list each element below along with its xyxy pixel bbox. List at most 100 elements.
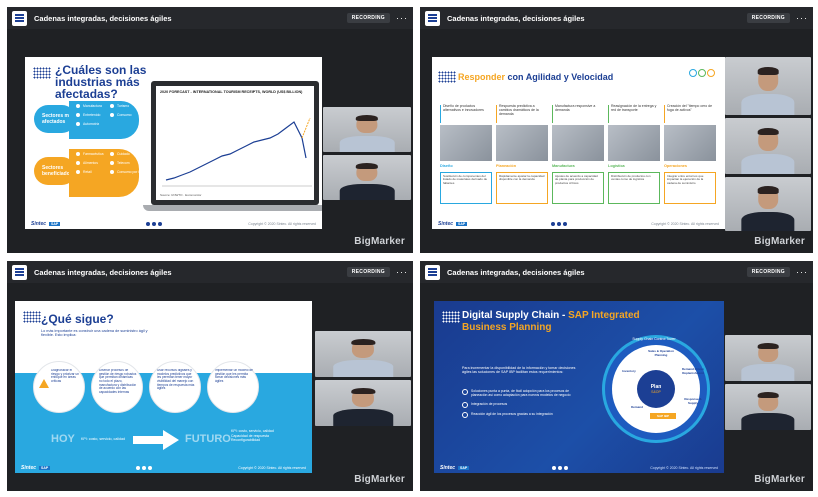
webcam-tile xyxy=(323,107,411,152)
participant-video xyxy=(741,390,795,430)
participant-video xyxy=(339,161,395,200)
footer-copyright: Copyright © 2020 Sintec. All rights rese… xyxy=(238,466,306,470)
progress-rings-icon xyxy=(689,69,715,77)
webcam-column xyxy=(323,107,411,200)
participant-video xyxy=(741,126,795,174)
brand-watermark: BigMarker xyxy=(754,474,805,485)
twitter-icon xyxy=(557,465,562,470)
footer-copyright: Copyright © 2020 Sintec. All rights rese… xyxy=(248,222,316,226)
wheel-segment-label: Demand xyxy=(631,405,643,409)
sector-label: Retail xyxy=(83,170,92,174)
slide-footer: Sintec SAP Copyright © 2020 Sintec. All r… xyxy=(432,219,725,229)
sector-icon xyxy=(75,151,81,157)
session-window-1: Cadenas integradas, decisiones ágiles RE… xyxy=(7,7,413,253)
benefit-item: Integración de procesos xyxy=(462,401,580,408)
future-label: FUTURO xyxy=(185,433,231,445)
webcam-tile xyxy=(725,384,811,430)
social-icons xyxy=(550,221,568,227)
session-title: Cadenas integradas, decisiones ágiles xyxy=(34,13,172,23)
twitter-icon xyxy=(142,465,147,470)
column-photo xyxy=(496,125,548,161)
sector-label: Consumo xyxy=(117,113,132,117)
check-circle-icon xyxy=(462,401,468,408)
more-options-icon[interactable]: ··· xyxy=(796,13,808,23)
slide-title-sap: SAP Integrated xyxy=(568,310,640,321)
laptop-screen: 2020 FORECAST - INTERNATIONAL TOURISM RE… xyxy=(156,86,314,200)
warning-icon xyxy=(39,379,49,388)
recording-badge: RECORDING xyxy=(346,13,390,23)
chart-title: 2020 FORECAST - INTERNATIONAL TOURISM RE… xyxy=(160,90,303,94)
webcam-tile xyxy=(725,118,811,174)
webcam-tile xyxy=(323,155,411,200)
slide-title: Digital Supply Chain - SAP Integrated xyxy=(462,310,640,321)
sintec-logo-text: Sintec xyxy=(438,221,454,227)
column-text: Integrar entre entornos que impactan la … xyxy=(664,172,716,204)
future-kpi-item: KPI: costo, servicio, calidad xyxy=(231,429,274,433)
forecast-line xyxy=(165,121,307,181)
slide-title: ¿Qué sigue? xyxy=(41,312,114,326)
session-title: Cadenas integradas, decisiones ágiles xyxy=(34,267,172,277)
dots-decoration-icon xyxy=(438,71,456,83)
step-text: Implementar un modelo de gestión que les… xyxy=(215,369,253,384)
more-options-icon[interactable]: ··· xyxy=(396,13,408,23)
wheel-segment-label: Sales & Operation Planning xyxy=(648,349,674,357)
benefit-text: Integración de procesos xyxy=(471,401,508,406)
facebook-icon xyxy=(551,221,556,226)
session-title: Cadenas integradas, decisiones ágiles xyxy=(447,13,585,23)
sector-icon xyxy=(109,169,115,175)
slide-footer: Sintec SAP Copyright © 2020 Sintec. All r… xyxy=(15,463,312,473)
chart-source: Source: UNWTO · Euromonitor xyxy=(160,192,202,197)
sintec-logo-text: Sintec xyxy=(21,465,37,471)
more-options-icon[interactable]: ··· xyxy=(396,267,408,277)
webcam-tile xyxy=(725,177,811,231)
column-text: Sustitución de componentes del listado d… xyxy=(440,172,492,204)
step-text: Diagnosticar el riesgo y priorizar un en… xyxy=(51,369,79,384)
more-options-icon[interactable]: ··· xyxy=(796,267,808,277)
column-label: Operaciones xyxy=(664,164,688,168)
sap-logo: SAP xyxy=(458,466,470,470)
column-text: Rápidamente ajustar la capacidad disponi… xyxy=(496,172,548,204)
benefits-list: Soluciones punta a punta, de fácil adopc… xyxy=(462,389,580,422)
shared-slide: ¿Cuáles son las industrias más afectadas… xyxy=(25,57,322,229)
shared-slide: ¿Qué sigue? Lo más importante es constru… xyxy=(15,301,312,473)
slide-subtitle: Lo más importante es construir una caden… xyxy=(41,329,148,338)
recording-badge: RECORDING xyxy=(346,267,390,277)
webcam-tile xyxy=(315,380,411,426)
footer-copyright: Copyright © 2020 Sintec. All rights rese… xyxy=(650,466,718,470)
arrow-right-icon xyxy=(133,430,179,450)
session-title: Cadenas integradas, decisiones ágiles xyxy=(447,267,585,277)
linkedin-icon xyxy=(563,221,568,226)
social-icons xyxy=(551,465,569,471)
webcam-tile xyxy=(725,57,811,115)
sintec-logo: Sintec SAP xyxy=(21,465,51,471)
webcam-column xyxy=(725,57,811,231)
sintec-logo-text: Sintec xyxy=(31,221,47,227)
participant-video xyxy=(741,185,795,231)
sector-icon xyxy=(109,112,115,118)
wheel-segment-label: Response & Supply xyxy=(684,397,702,405)
shared-slide: Digital Supply Chain - SAP Integrated Bu… xyxy=(434,301,724,473)
sector-icon xyxy=(75,121,81,127)
sap-logo: SAP xyxy=(49,222,61,226)
participant-video xyxy=(333,386,393,426)
sector-icon xyxy=(75,112,81,118)
sector-label: Manufactura xyxy=(83,104,102,108)
sector-label: Turismo xyxy=(117,104,130,108)
slide-footer: Sintec SAP Copyright © 2020 Sintec. All r… xyxy=(25,219,322,229)
sector-label: Automotriz xyxy=(83,122,100,126)
participant-video xyxy=(339,113,395,152)
session-topbar: Cadenas integradas, decisiones ágiles RE… xyxy=(420,261,813,283)
column-text: Ajustes de acuerdo a capacidad de planta… xyxy=(552,172,604,204)
column-heading: Respuesta predictiva a cambios dramático… xyxy=(496,104,548,123)
slide-title: Responder con Agilidad y Velocidad xyxy=(458,73,613,82)
wheel-center: Plan S&OP xyxy=(637,370,675,408)
dots-decoration-icon xyxy=(442,311,460,323)
column-heading: Manufactura responsive a demanda xyxy=(552,104,604,123)
column-heading: Reasignación de la entrega y red de tran… xyxy=(608,104,660,123)
sector-icon xyxy=(75,160,81,166)
wheel-segment-label: SAP IBP xyxy=(650,413,676,419)
sector-item: Cuidado xyxy=(109,151,130,157)
brand-watermark: BigMarker xyxy=(354,236,405,247)
affected-sectors-list: Manufactura Turismo Entretenido Consumo Auto… xyxy=(75,103,145,139)
wheel-segment-label: Inventory xyxy=(622,369,636,373)
